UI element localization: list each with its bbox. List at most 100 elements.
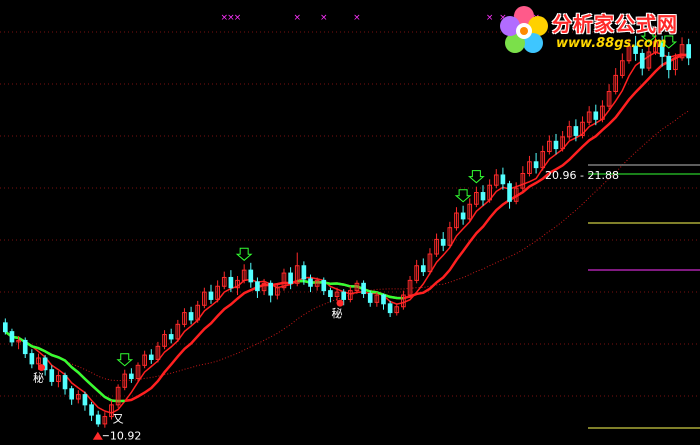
candle [82,391,88,411]
candle-body [95,414,101,425]
candle [527,155,532,177]
candle [321,277,327,296]
candle [407,276,413,298]
candle [414,259,419,284]
annotation-label: 又 [113,413,124,426]
candle [168,328,174,344]
candle [281,268,287,291]
candle [69,385,74,405]
candle [600,100,605,123]
candle-body [2,322,8,333]
candle [401,290,406,310]
chart-stage: ×××××××××××秘秘又10.9220.96 - 21.88 分析家公式网 … [0,0,700,445]
candle [129,368,134,383]
candle-body [666,55,672,71]
candle [507,180,512,209]
candle [580,116,585,139]
candle [215,280,220,303]
red-dot-icon [336,299,344,307]
candle-body [321,279,327,292]
annotation-label: 秘 [332,306,343,320]
candle [547,135,552,155]
candle-body [480,192,486,201]
candle-body [440,238,446,246]
candle [188,306,194,325]
candle [62,372,68,395]
candle [387,300,393,317]
site-logo: 分析家公式网 www.88gs.com [494,2,694,58]
candle [520,166,526,192]
candle-body [69,388,74,400]
candle-body [288,272,293,284]
candle-body [82,394,88,406]
candle [142,350,147,369]
annotation-label: 秘 [33,371,44,385]
candle-body [381,294,386,305]
candle [361,280,366,298]
candle-body [22,339,28,355]
candle [208,284,214,304]
candle [381,293,386,310]
candle-body [367,293,373,303]
candle [533,153,539,174]
candle [241,264,247,284]
candle [135,362,141,382]
ma-long-dotted-line [4,110,689,382]
green-down-arrow-icon [468,170,485,184]
candle-body [62,375,68,390]
candlestick-chart: ×××××××××××秘秘又10.9220.96 - 21.88 [0,13,700,443]
candle [22,337,28,358]
candle [500,167,506,190]
candle [467,198,473,222]
range-price-label: 20.96 - 21.88 [545,169,619,182]
candle-body [168,334,174,340]
candle [49,365,55,386]
candle [560,131,565,152]
red-dot-icon [37,364,45,372]
candle-body [533,161,539,169]
candle [288,267,293,290]
candle [434,233,439,257]
candle-body [129,373,134,380]
candle [493,169,499,189]
candle [275,283,280,300]
green-down-arrow-icon [116,353,134,367]
candle [440,232,446,252]
candle [566,120,572,140]
candle [613,68,619,95]
candle [255,277,260,298]
candle [586,106,592,126]
candle [606,84,612,110]
candle [89,401,94,421]
candle-body [268,282,274,296]
candle [328,287,333,303]
candle [374,292,380,307]
candle-body [301,265,307,280]
candle [75,390,81,404]
candle-body [29,353,35,365]
candle [474,186,479,208]
candle-body [188,312,194,321]
candle [221,271,227,290]
candle [56,371,61,388]
candle [268,280,274,303]
candle [394,303,400,316]
candle [420,258,426,276]
flower-logo-icon [500,6,548,53]
candle-body [255,281,260,292]
candle [195,300,201,323]
candle-body [420,265,426,273]
low-marker-icon [92,431,103,440]
logo-url: www.88gs.com [556,36,667,51]
candle [9,328,15,347]
green-down-arrow-icon [454,189,472,203]
signal-x-marker: × [320,13,328,23]
candle-body [460,212,466,220]
candle-body [553,140,559,150]
candle [202,287,207,309]
candle-body [341,291,347,300]
candle-body [573,126,579,136]
candle [175,319,181,342]
candle-body [49,369,55,382]
green-down-arrow-icon [235,247,253,261]
